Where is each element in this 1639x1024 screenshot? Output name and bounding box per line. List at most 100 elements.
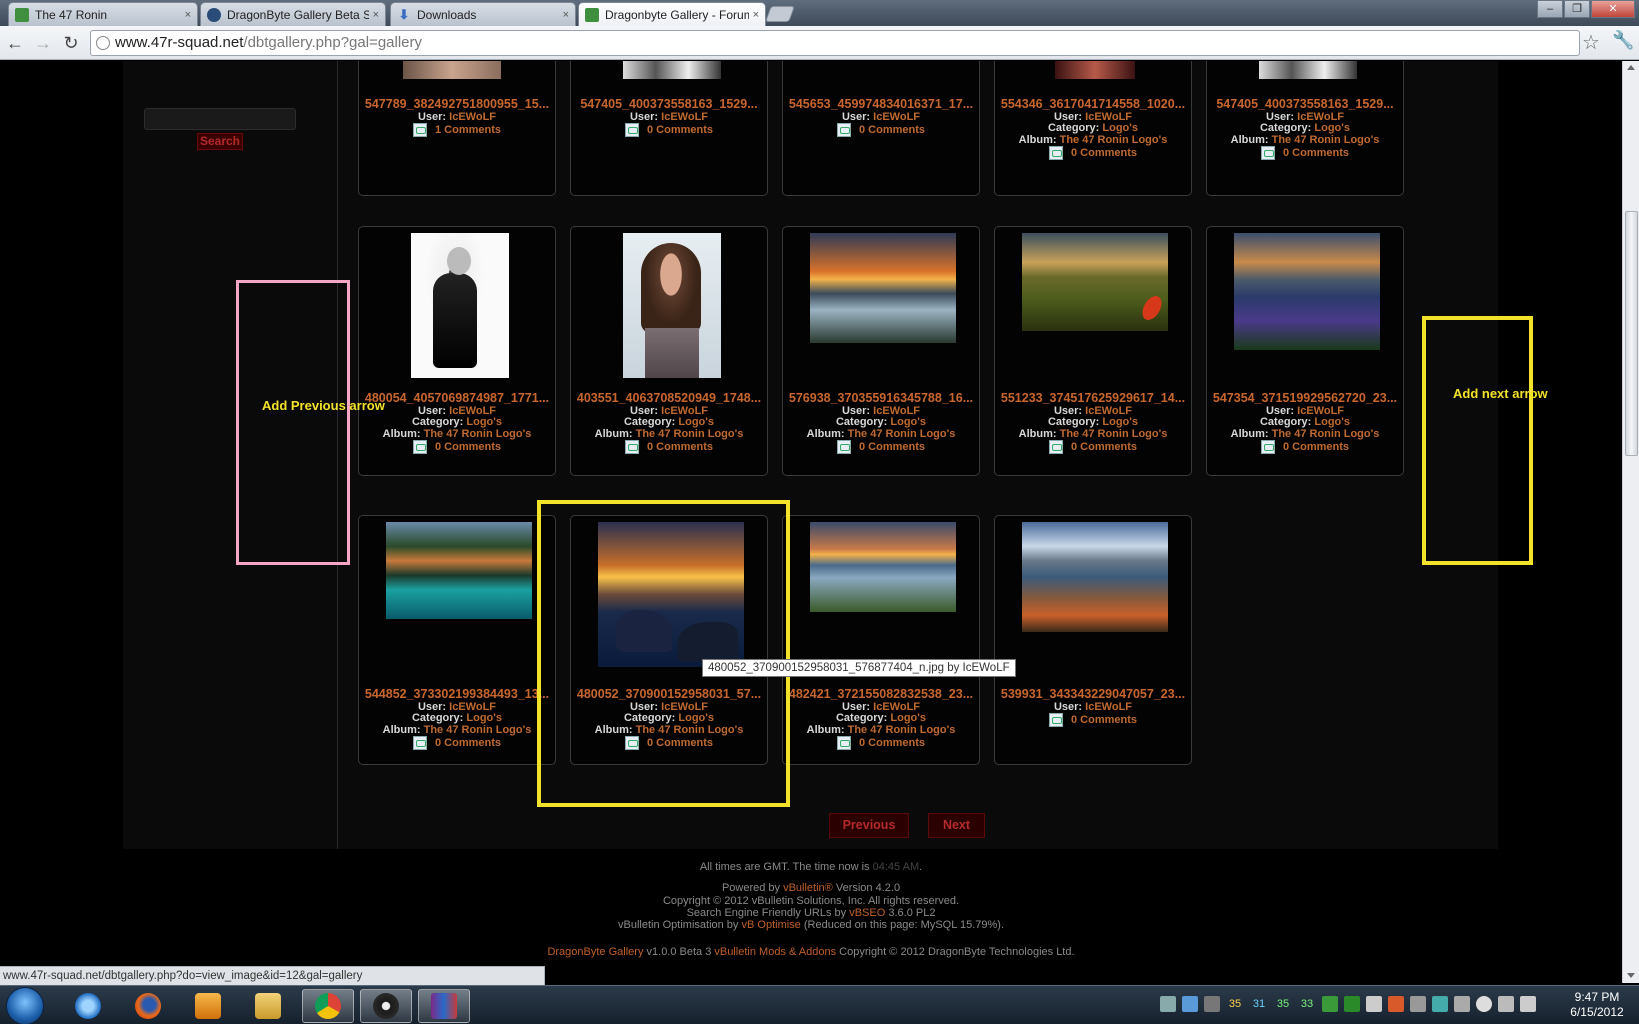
tab-downloads[interactable]: ⬇ Downloads ×	[390, 2, 576, 26]
internet-explorer-icon[interactable]	[62, 989, 114, 1023]
tab-dragonbyte-beta[interactable]: DragonByte Gallery Beta Su ×	[200, 2, 386, 26]
close-icon[interactable]: ×	[563, 9, 569, 21]
album-link[interactable]: The 47 Ronin Logo's	[848, 724, 956, 736]
gallery-card[interactable]: 547789_382492751800955_15... User: IcEWo…	[358, 61, 556, 196]
action-center-flag-icon[interactable]	[1366, 996, 1382, 1012]
search-input[interactable]	[144, 108, 296, 130]
album-link[interactable]: The 47 Ronin Logo's	[1060, 134, 1168, 146]
category-link[interactable]: Logo's	[466, 712, 502, 724]
user-link[interactable]: IcEWoLF	[873, 405, 920, 417]
image-title[interactable]: 544852_373302199384493_13...	[357, 689, 557, 701]
image-title[interactable]: 482421_372155082832538_23...	[781, 689, 981, 701]
image-title[interactable]: 547405_400373558163_1529...	[569, 99, 769, 111]
network-tool-icon[interactable]	[1160, 996, 1176, 1012]
image-title[interactable]: 545653_459974834016371_17...	[781, 99, 981, 111]
taskbar-clock[interactable]: 9:47 PM 6/15/2012	[1562, 990, 1632, 1020]
page-scrollbar[interactable]	[1622, 61, 1639, 983]
gallery-card[interactable]: 547405_400373558163_1529... User: IcEWoL…	[1206, 61, 1404, 196]
reload-icon[interactable]: ↻	[60, 32, 82, 54]
gallery-card[interactable]: 482421_372155082832538_23... User: IcEWo…	[782, 515, 980, 765]
scroll-up-icon[interactable]	[1627, 65, 1635, 70]
bookmark-star-icon[interactable]: ☆	[1582, 30, 1600, 55]
gallery-thumbnail[interactable]	[403, 61, 501, 79]
window-close-icon[interactable]: ✕	[1591, 0, 1635, 18]
comments-link[interactable]: 0 Comments	[1071, 714, 1137, 726]
search-button[interactable]: Search	[197, 133, 243, 150]
outlook-icon[interactable]	[242, 989, 294, 1023]
category-link[interactable]: Logo's	[1314, 122, 1350, 134]
gallery-card[interactable]: 544852_373302199384493_13... User: IcEWo…	[358, 515, 556, 765]
gallery-thumbnail[interactable]	[1234, 233, 1380, 350]
chrome-icon[interactable]	[302, 989, 354, 1023]
gallery-thumbnail[interactable]	[1259, 61, 1357, 79]
album-link[interactable]: The 47 Ronin Logo's	[424, 428, 532, 440]
close-icon[interactable]: ×	[185, 9, 191, 21]
winrar-icon[interactable]	[418, 989, 470, 1023]
tray-app-icon[interactable]	[1204, 996, 1220, 1012]
vb-optimise-link[interactable]: vB Optimise	[742, 919, 801, 931]
gallery-thumbnail[interactable]	[810, 522, 956, 612]
user-link[interactable]: IcEWoLF	[1085, 405, 1132, 417]
gallery-card[interactable]: 547354_371519929562720_23... User: IcEWo…	[1206, 226, 1404, 476]
back-icon[interactable]: ←	[4, 32, 26, 54]
album-link[interactable]: The 47 Ronin Logo's	[424, 724, 532, 736]
comments-link[interactable]: 0 Comments	[1283, 147, 1349, 159]
tray-app-icon[interactable]	[1322, 996, 1338, 1012]
gallery-thumbnail[interactable]	[623, 233, 721, 378]
gallery-card[interactable]: 576938_370355916345788_16... User: IcEWo…	[782, 226, 980, 476]
gallery-card[interactable]: 554346_3617041714558_1020... User: IcEWo…	[994, 61, 1192, 196]
album-link[interactable]: The 47 Ronin Logo's	[1060, 428, 1168, 440]
category-link[interactable]: Logo's	[1102, 122, 1138, 134]
user-link[interactable]: IcEWoLF	[873, 701, 920, 713]
album-link[interactable]: The 47 Ronin Logo's	[1272, 134, 1380, 146]
gallery-card[interactable]: 547405_400373558163_1529... User: IcEWoL…	[570, 61, 768, 196]
category-link[interactable]: Logo's	[890, 712, 926, 724]
network-icon[interactable]	[1498, 996, 1514, 1012]
user-link[interactable]: IcEWoLF	[449, 405, 496, 417]
vbulletin-mods-link[interactable]: vBulletin Mods & Addons	[714, 946, 836, 958]
dragonbyte-gallery-link[interactable]: DragonByte Gallery	[547, 946, 643, 958]
gallery-thumbnail[interactable]	[623, 61, 721, 79]
album-link[interactable]: The 47 Ronin Logo's	[636, 428, 744, 440]
scrollbar-thumb[interactable]	[1625, 211, 1638, 456]
gallery-thumbnail[interactable]	[1022, 233, 1168, 331]
close-icon[interactable]: ×	[373, 9, 379, 21]
vbseo-link[interactable]: vBSEO	[849, 907, 885, 919]
gallery-card[interactable]: 545653_459974834016371_17... User: IcEWo…	[782, 61, 980, 196]
forward-icon[interactable]: →	[32, 32, 54, 54]
category-link[interactable]: Logo's	[1314, 416, 1350, 428]
minimize-icon[interactable]: –	[1537, 0, 1563, 18]
user-link[interactable]: IcEWoLF	[1085, 701, 1132, 713]
new-tab-button[interactable]	[765, 6, 795, 22]
user-link[interactable]: IcEWoLF	[449, 111, 496, 123]
user-link[interactable]: IcEWoLF	[661, 111, 708, 123]
comments-link[interactable]: 0 Comments	[647, 441, 713, 453]
comments-link[interactable]: 0 Comments	[435, 441, 501, 453]
comments-link[interactable]: 0 Comments	[647, 124, 713, 136]
address-bar[interactable]: www.47r-squad.net/dbtgallery.php?gal=gal…	[90, 30, 1580, 56]
scroll-down-icon[interactable]	[1627, 973, 1635, 978]
user-link[interactable]: IcEWoLF	[873, 111, 920, 123]
comments-link[interactable]: 0 Comments	[435, 737, 501, 749]
firefox-icon[interactable]	[122, 989, 174, 1023]
image-title[interactable]: 403551_4063708520949_1748...	[569, 393, 769, 405]
gallery-card[interactable]: 480054_4057069874987_1771... User: IcEWo…	[358, 226, 556, 476]
tray-app-icon[interactable]	[1182, 996, 1198, 1012]
user-link[interactable]: IcEWoLF	[661, 405, 708, 417]
nvidia-icon[interactable]	[1344, 996, 1360, 1012]
gallery-card[interactable]: 551233_374517625929617_14... User: IcEWo…	[994, 226, 1192, 476]
image-title[interactable]: 480054_4057069874987_1771...	[357, 393, 557, 405]
close-icon[interactable]: ×	[753, 9, 759, 21]
tray-app-icon[interactable]	[1476, 996, 1492, 1012]
user-link[interactable]: IcEWoLF	[449, 701, 496, 713]
user-link[interactable]: IcEWoLF	[1085, 111, 1132, 123]
user-link[interactable]: IcEWoLF	[1297, 405, 1344, 417]
image-title[interactable]: 547405_400373558163_1529...	[1205, 99, 1405, 111]
gallery-card[interactable]: 403551_4063708520949_1748... User: IcEWo…	[570, 226, 768, 476]
steam-icon[interactable]	[360, 989, 412, 1023]
tab-the-47-ronin[interactable]: The 47 Ronin ×	[8, 2, 198, 26]
previous-button[interactable]: Previous	[829, 813, 909, 838]
gallery-thumbnail[interactable]	[810, 233, 956, 343]
tray-app-icon[interactable]	[1410, 996, 1426, 1012]
category-link[interactable]: Logo's	[890, 416, 926, 428]
